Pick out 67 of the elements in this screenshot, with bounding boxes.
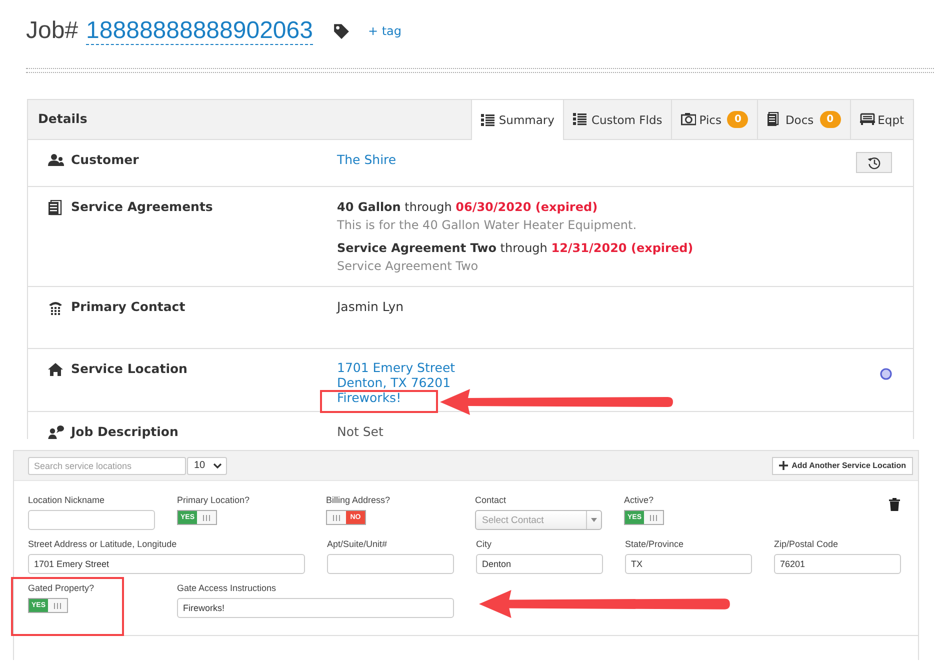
input-field[interactable]: 1701 Emery Street (28, 554, 305, 574)
count-badge: 0 (727, 111, 748, 128)
tab[interactable]: Summary (470, 100, 564, 140)
address-link[interactable]: Denton, TX 76201 (337, 375, 451, 390)
history-button[interactable] (856, 152, 892, 173)
equipment-icon (860, 112, 875, 127)
field-label: Job Description (71, 424, 178, 439)
map-marker-dot-icon (880, 368, 892, 380)
field-label: Service Agreements (71, 199, 213, 214)
field-label: City (476, 539, 492, 549)
panel-title: Details (37, 110, 88, 128)
telephone-icon (48, 300, 64, 316)
field-label: Service Location (71, 361, 188, 376)
add-tag-link[interactable]: + tag (368, 24, 402, 38)
list-icon (480, 112, 496, 128)
users-icon (48, 153, 64, 169)
agreement-title: Service Agreement Two through 12/31/2020 (expired) (337, 240, 694, 257)
field-label: Street Address or Latitude, Longitude (28, 539, 178, 549)
trash-icon[interactable] (889, 498, 900, 511)
field-label: Gated Property? (28, 583, 96, 593)
agreement-title: 40 Gallon through 06/30/2020 (expired) (337, 199, 599, 216)
add-location-button[interactable]: Add Another Service Location (772, 456, 913, 474)
tab[interactable]: Custom Flds (563, 100, 672, 139)
field-label: Location Nickname (28, 495, 106, 505)
input-field[interactable] (28, 510, 155, 530)
input-field[interactable]: Denton (476, 554, 603, 574)
field-value: Jasmin Lyn (337, 299, 405, 314)
field-label: Primary Location? (177, 495, 251, 505)
field-label: Primary Contact (71, 299, 186, 314)
caret-icon (591, 518, 597, 522)
page-size-select[interactable]: 10 (187, 456, 227, 474)
field-value: Not Set (337, 424, 384, 439)
agreement-description: This is for the 40 Gallon Water Heater Equipment. (337, 218, 638, 232)
plus-icon (778, 461, 788, 470)
grip-icon (203, 514, 210, 520)
field-label: Zip/Postal Code (774, 539, 840, 549)
list-icon (573, 112, 588, 127)
field-label: Billing Address? (326, 495, 392, 505)
address-link[interactable]: 1701 Emery Street (337, 360, 456, 375)
field-label: Customer (71, 152, 139, 167)
count-badge: 0 (820, 111, 841, 128)
input-field[interactable]: 76201 (774, 554, 901, 574)
job-label: Job# (26, 17, 78, 45)
tab[interactable]: Pics 0 (671, 100, 758, 139)
grip-icon (333, 514, 340, 520)
job-number-link[interactable]: 18888888888902063 (86, 18, 313, 44)
input-field[interactable]: TX (625, 554, 752, 574)
home-icon (48, 362, 64, 378)
field-label: Active? (624, 495, 655, 505)
field-label: Contact (475, 495, 508, 505)
address-link[interactable]: Fireworks! (337, 390, 402, 405)
person-speech-icon (48, 425, 64, 439)
field-label: State/Province (625, 539, 685, 549)
history-icon (867, 156, 881, 170)
field-label: Gate Access Instructions (177, 583, 278, 593)
grip-icon (54, 602, 61, 608)
customer-link[interactable]: The Shire (337, 152, 396, 167)
input-field[interactable] (327, 554, 454, 574)
tag-icon (332, 22, 350, 40)
camera-icon (681, 112, 696, 127)
field-label: Apt/Suite/Unit# (327, 539, 388, 549)
input-field[interactable]: Fireworks! (177, 598, 454, 618)
grip-icon (650, 514, 657, 520)
search-field[interactable]: Search service locations (28, 456, 186, 474)
document-icon (48, 200, 64, 216)
chevron-down-icon (213, 462, 222, 468)
agreement-description: Service Agreement Two (337, 259, 480, 273)
